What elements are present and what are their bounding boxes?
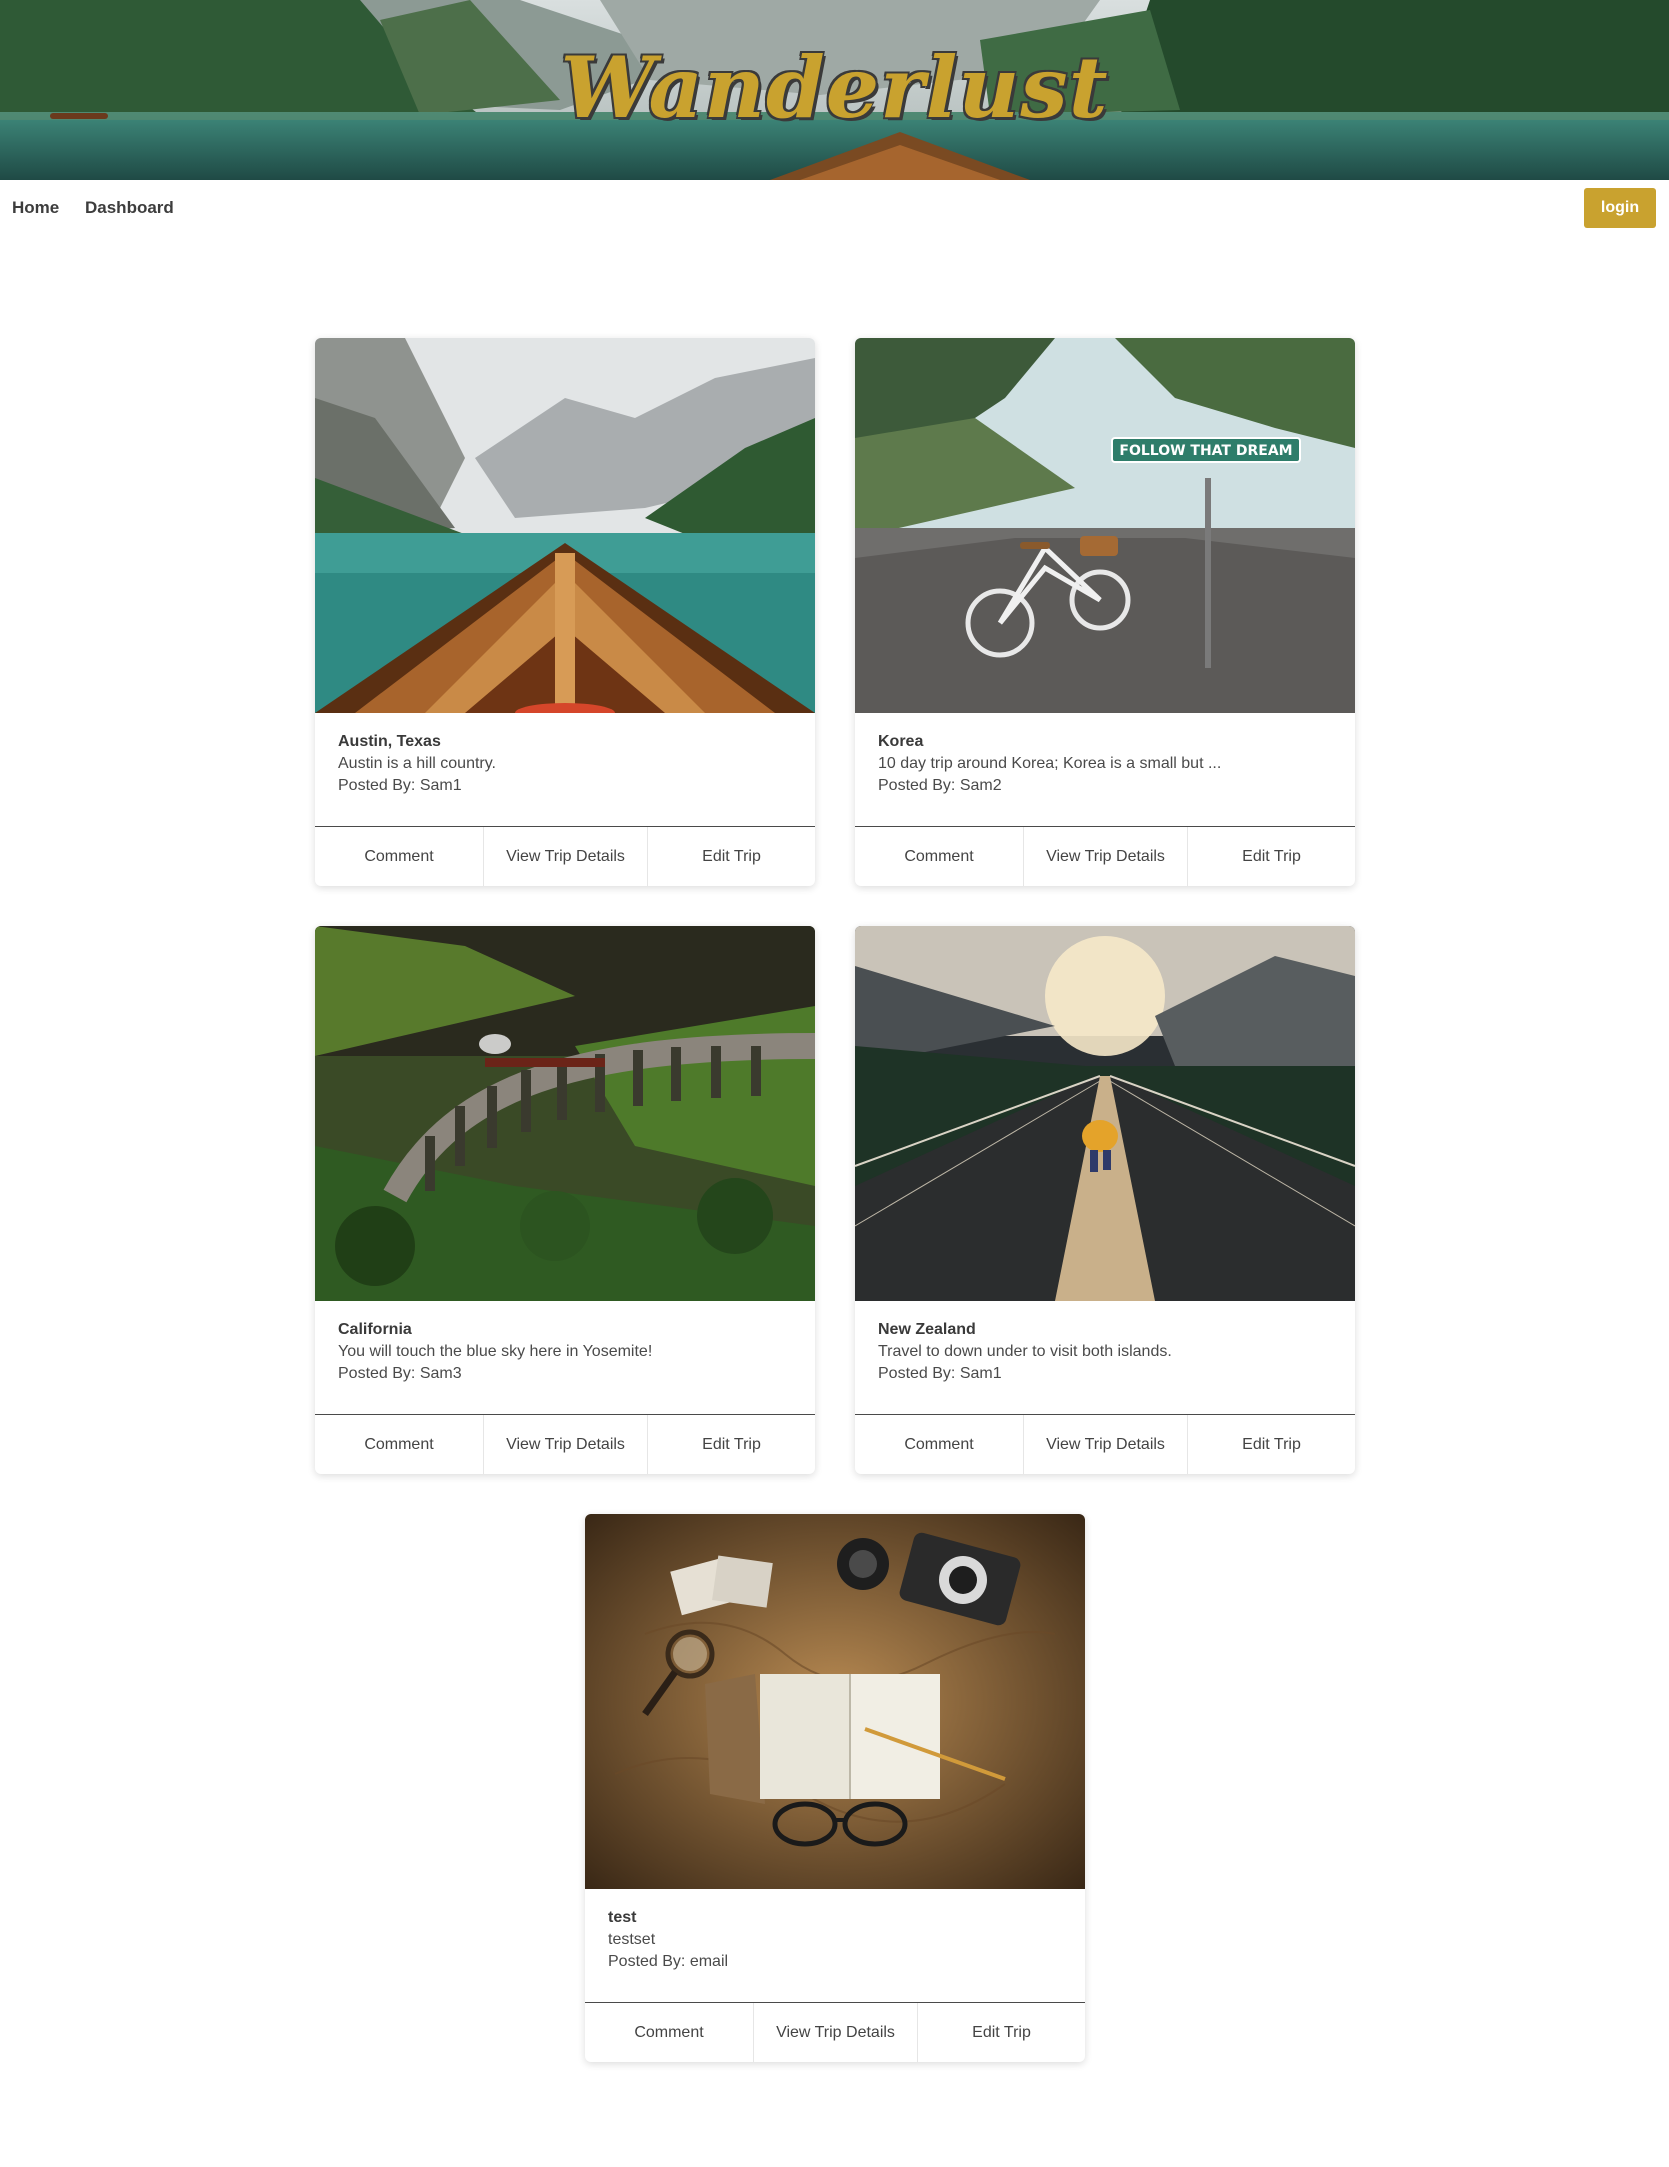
header-banner: Wanderlust	[0, 0, 1669, 180]
site-logo[interactable]: Wanderlust	[0, 38, 1669, 137]
trip-image	[585, 1514, 1085, 1889]
trip-card: FOLLOW THAT DREAM Korea 10 day trip arou…	[855, 338, 1355, 886]
trip-posted-by: Posted By: Sam1	[878, 1365, 1002, 1382]
trip-description: 10 day trip around Korea; Korea is a sma…	[878, 755, 1222, 772]
trip-description: You will touch the blue sky here in Yose…	[338, 1343, 653, 1360]
sign-text: FOLLOW THAT DREAM	[1119, 443, 1292, 459]
trip-posted-by: Posted By: email	[608, 1953, 729, 1970]
top-nav: Home Dashboard login	[0, 180, 1669, 236]
view-trip-details-button[interactable]: View Trip Details	[483, 827, 647, 886]
edit-trip-button[interactable]: Edit Trip	[917, 2003, 1085, 2062]
trip-image	[315, 926, 815, 1301]
trip-title: Korea	[878, 733, 924, 750]
trip-card: California You will touch the blue sky h…	[315, 926, 815, 1474]
view-trip-details-button[interactable]: View Trip Details	[483, 1415, 647, 1474]
trip-posted-by: Posted By: Sam2	[878, 777, 1002, 794]
card-actions: Comment View Trip Details Edit Trip	[315, 1415, 815, 1474]
edit-trip-button[interactable]: Edit Trip	[647, 1415, 815, 1474]
trip-description: testset	[608, 1931, 656, 1948]
nav-home-link[interactable]: Home	[12, 198, 59, 218]
comment-button[interactable]: Comment	[585, 2003, 753, 2062]
card-actions: Comment View Trip Details Edit Trip	[315, 827, 815, 886]
view-trip-details-button[interactable]: View Trip Details	[1023, 827, 1187, 886]
trip-card: Austin, Texas Austin is a hill country. …	[315, 338, 815, 886]
comment-button[interactable]: Comment	[855, 1415, 1023, 1474]
trip-image	[315, 338, 815, 713]
trip-title: Austin, Texas	[338, 733, 441, 750]
trip-description: Travel to down under to visit both islan…	[878, 1343, 1172, 1360]
nav-dashboard-link[interactable]: Dashboard	[85, 198, 174, 218]
card-actions: Comment View Trip Details Edit Trip	[585, 2003, 1085, 2062]
trip-image	[855, 926, 1355, 1301]
trip-card: test testset Posted By: email Comment Vi…	[585, 1514, 1085, 2062]
trip-title: New Zealand	[878, 1321, 976, 1338]
view-trip-details-button[interactable]: View Trip Details	[753, 2003, 917, 2062]
trip-title: California	[338, 1321, 412, 1338]
trip-posted-by: Posted By: Sam3	[338, 1365, 462, 1382]
card-actions: Comment View Trip Details Edit Trip	[855, 1415, 1355, 1474]
trip-image: FOLLOW THAT DREAM	[855, 338, 1355, 713]
edit-trip-button[interactable]: Edit Trip	[1187, 827, 1355, 886]
trip-posted-by: Posted By: Sam1	[338, 777, 462, 794]
view-trip-details-button[interactable]: View Trip Details	[1023, 1415, 1187, 1474]
comment-button[interactable]: Comment	[315, 1415, 483, 1474]
comment-button[interactable]: Comment	[315, 827, 483, 886]
login-button[interactable]: login	[1584, 188, 1656, 228]
edit-trip-button[interactable]: Edit Trip	[647, 827, 815, 886]
trip-description: Austin is a hill country.	[338, 755, 496, 772]
trip-card: New Zealand Travel to down under to visi…	[855, 926, 1355, 1474]
trip-title: test	[608, 1909, 637, 1926]
comment-button[interactable]: Comment	[855, 827, 1023, 886]
edit-trip-button[interactable]: Edit Trip	[1187, 1415, 1355, 1474]
card-actions: Comment View Trip Details Edit Trip	[855, 827, 1355, 886]
